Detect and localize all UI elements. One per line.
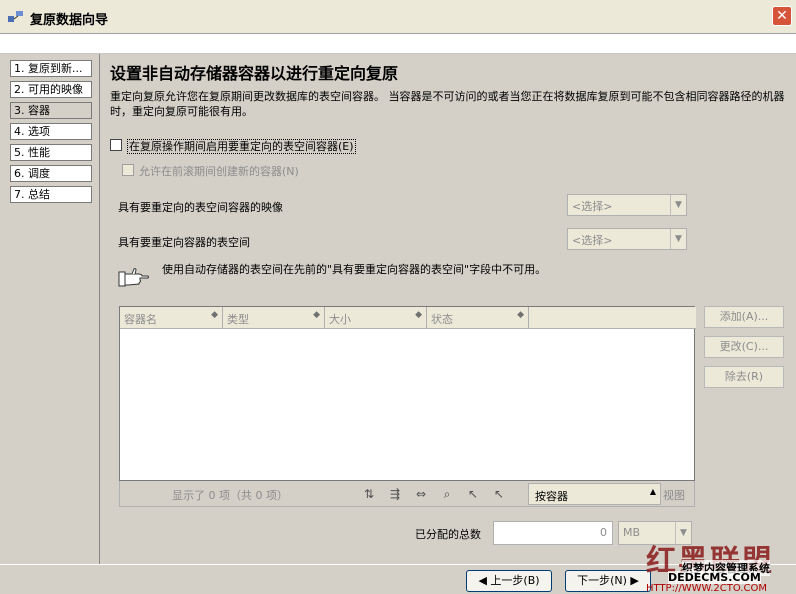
- tablespace-select-value: <选择>: [572, 234, 613, 247]
- total-allocated-label: 已分配的总数: [415, 528, 481, 541]
- col-size[interactable]: 大小 ◆: [325, 307, 427, 329]
- next-button[interactable]: 下一步(N) ▶: [565, 570, 651, 592]
- wizard-icon: [8, 11, 23, 22]
- allow-create-label: 允许在前滚期间创建新的容器(N): [139, 165, 299, 178]
- main-panel: 设置非自动存储器容器以进行重定向复原 重定向复原允许您在复原期间更改数据库的表空…: [100, 54, 796, 564]
- chevron-down-icon: ▼: [675, 522, 691, 544]
- add-button[interactable]: 添加(A)...: [704, 306, 784, 328]
- window-title: 复原数据向导: [30, 13, 109, 28]
- close-button[interactable]: ✕: [772, 6, 792, 26]
- filter-icon[interactable]: ⇶: [384, 483, 406, 505]
- triangle-up-icon: ▲: [649, 487, 656, 496]
- columns-icon[interactable]: ⇔: [410, 483, 432, 505]
- nav-item-containers[interactable]: 3. 容器: [10, 102, 92, 119]
- nav-item-schedule[interactable]: 6. 调度: [10, 165, 92, 182]
- col-container-name[interactable]: 容器名 ◆: [120, 307, 223, 329]
- tablespace-label: 具有要重定向容器的表空间: [118, 236, 250, 249]
- sort-by-value: 按容器: [535, 490, 568, 503]
- col-label: 状态: [431, 313, 453, 326]
- chevron-down-icon: ▼: [670, 195, 686, 215]
- unit-select[interactable]: MB ▼: [618, 521, 692, 545]
- chevron-down-icon: ▼: [670, 229, 686, 249]
- sort-az-icon[interactable]: ⇅: [358, 483, 380, 505]
- total-allocated-field[interactable]: 0: [493, 521, 613, 545]
- table-footer: 显示了 0 项（共 0 项） ⇅ ⇶ ⇔ ⌕ ↖ ↖ 按容器 ▲ 视图: [119, 481, 695, 507]
- image-select[interactable]: <选择> ▼: [567, 194, 687, 216]
- image-label: 具有要重定向的表空间容器的映像: [118, 201, 283, 214]
- wizard-nav: 1. 复原到新... 2. 可用的映像 3. 容器 4. 选项 5. 性能 6.…: [0, 54, 100, 564]
- image-select-value: <选择>: [572, 200, 613, 213]
- allow-create-checkbox[interactable]: [122, 164, 134, 176]
- table-header: 容器名 ◆ 类型 ◆ 大小 ◆ 状态 ◆: [120, 307, 696, 329]
- sort-by-select[interactable]: 按容器 ▲: [528, 483, 661, 505]
- title-bar: 复原数据向导 ✕: [0, 0, 796, 34]
- select-remove-icon[interactable]: ↖: [488, 483, 510, 505]
- sort-icon: ◆: [313, 310, 320, 320]
- enable-redirect-label[interactable]: 在复原操作期间启用要重定向的表空间容器(E): [127, 139, 356, 154]
- nav-item-restore-to-new[interactable]: 1. 复原到新...: [10, 60, 92, 77]
- sort-icon: ◆: [517, 310, 524, 320]
- button-bar: [0, 564, 796, 594]
- find-icon[interactable]: ⌕: [436, 483, 458, 505]
- remove-button[interactable]: 除去(R): [704, 366, 784, 388]
- col-label: 类型: [227, 313, 249, 326]
- nav-item-performance[interactable]: 5. 性能: [10, 144, 92, 161]
- col-label: 大小: [329, 313, 351, 326]
- unit-value: MB: [623, 526, 641, 539]
- nav-item-available-images[interactable]: 2. 可用的映像: [10, 81, 92, 98]
- select-add-icon[interactable]: ↖: [462, 483, 484, 505]
- sort-icon: ◆: [415, 310, 422, 320]
- item-count: 显示了 0 项（共 0 项）: [172, 489, 288, 502]
- enable-redirect-checkbox[interactable]: [110, 139, 122, 151]
- col-status[interactable]: 状态 ◆: [427, 307, 529, 329]
- view-button[interactable]: 视图: [663, 487, 685, 503]
- enable-redirect-label-wrap: 在复原操作期间启用要重定向的表空间容器(E): [127, 138, 356, 154]
- col-type[interactable]: 类型 ◆: [223, 307, 325, 329]
- pointing-hand-icon: [118, 268, 149, 287]
- page-description: 重定向复原允许您在复原期间更改数据库的表空间容器。 当容器是不可访问的或者当您正…: [110, 90, 785, 118]
- autostorage-note: 使用自动存储器的表空间在先前的"具有要重定向容器的表空间"字段中不可用。: [162, 263, 547, 276]
- back-button[interactable]: ◀ 上一步(B): [466, 570, 552, 592]
- sort-icon: ◆: [211, 310, 218, 320]
- nav-item-options[interactable]: 4. 选项: [10, 123, 92, 140]
- nav-item-summary[interactable]: 7. 总结: [10, 186, 92, 203]
- tablespace-select[interactable]: <选择> ▼: [567, 228, 687, 250]
- change-button[interactable]: 更改(C)...: [704, 336, 784, 358]
- page-title: 设置非自动存储器容器以进行重定向复原: [110, 64, 399, 83]
- col-label: 容器名: [124, 313, 157, 326]
- container-table[interactable]: 容器名 ◆ 类型 ◆ 大小 ◆ 状态 ◆: [119, 306, 696, 481]
- header-strip: [0, 34, 796, 54]
